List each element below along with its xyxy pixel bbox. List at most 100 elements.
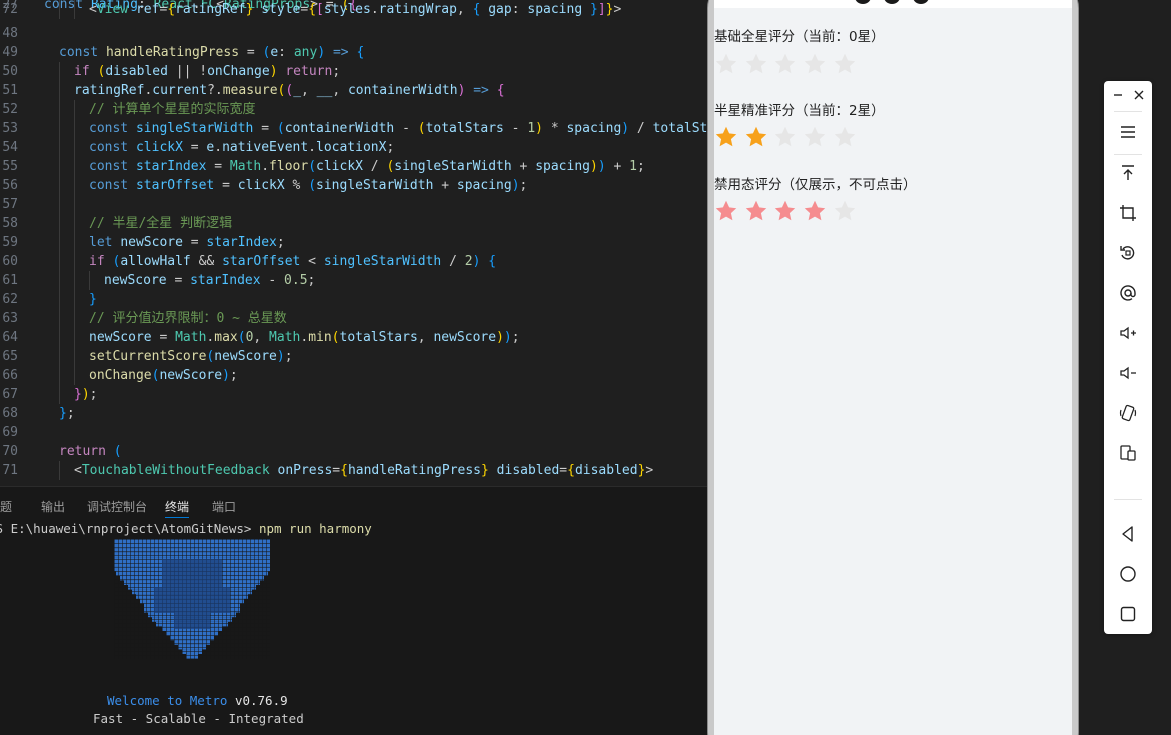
line-number: 68	[2, 406, 18, 421]
code-line[interactable]: 70 return (	[0, 442, 712, 461]
indent-guide	[59, 100, 60, 119]
code-line[interactable]: 59 let newScore = starIndex;	[0, 233, 712, 252]
code-line[interactable]: 68};	[0, 404, 712, 423]
indent-guide	[59, 328, 60, 347]
line-number: 70	[2, 444, 18, 459]
code-line[interactable]: 57	[0, 195, 712, 214]
line-number: 72	[2, 2, 18, 17]
code-text: <TouchableWithoutFeedback onPress={handl…	[74, 463, 654, 478]
code-line[interactable]: 50 if (disabled || !onChange) return;	[0, 62, 712, 81]
pin-top-icon[interactable]	[1116, 161, 1140, 185]
minimize-icon[interactable]	[1110, 87, 1126, 103]
code-line[interactable]: 71 <TouchableWithoutFeedback onPress={han…	[0, 461, 712, 480]
line-number: 71	[2, 463, 18, 478]
indent-guide	[74, 119, 75, 138]
code-line[interactable]: 69	[0, 423, 712, 442]
toolbar-window-controls	[1104, 81, 1152, 109]
star-empty-icon[interactable]	[773, 125, 797, 149]
code-text: setCurrentScore(newScore);	[89, 349, 293, 364]
rating-label-half: 半星精准评分（当前：2星）	[714, 103, 885, 119]
indent-guide	[59, 366, 60, 385]
tab-ports[interactable]: 端口	[212, 498, 236, 515]
code-line[interactable]: 54 const clickX = e.nativeEvent.locationX…	[0, 138, 712, 157]
line-number: 66	[2, 368, 18, 383]
star-empty-icon[interactable]	[803, 52, 827, 76]
indent-guide	[74, 138, 75, 157]
tab-terminal[interactable]: 终端	[165, 498, 190, 518]
rating-basic[interactable]	[714, 52, 874, 78]
code-text: const starOffset = clickX % (singleStarW…	[89, 178, 528, 193]
code-line[interactable]: 48	[0, 24, 712, 43]
code-text: const clickX = e.nativeEvent.locationX;	[89, 140, 395, 155]
code-text: if (disabled || !onChange) return;	[74, 64, 341, 79]
phone-screen: 基础全星评分（当前：0星） 半星精准评分（当前：2星） 禁用态评分（仅展示，不可…	[714, 0, 1072, 735]
indent-guide	[74, 309, 75, 328]
line-number: 50	[2, 64, 18, 79]
code-text: const starIndex = Math.floor(clickX / (s…	[89, 159, 645, 174]
star-filled-icon[interactable]	[744, 125, 768, 149]
close-icon[interactable]	[1131, 87, 1147, 103]
code-text: let newScore = starIndex;	[89, 235, 285, 250]
line-number: 53	[2, 121, 18, 136]
code-text: newScore = Math.max(0, Math.min(totalSta…	[89, 330, 520, 345]
star-empty-icon[interactable]	[833, 52, 857, 76]
code-line[interactable]: 55 const starIndex = Math.floor(clickX / …	[0, 157, 712, 176]
indent-guide	[59, 195, 60, 214]
rating-half[interactable]	[714, 125, 874, 151]
star-empty-icon[interactable]	[744, 52, 768, 76]
code-line[interactable]: 65 setCurrentScore(newScore);	[0, 347, 712, 366]
code-line[interactable]: 58 // 半星/全星 判断逻辑	[0, 214, 712, 233]
home-icon[interactable]	[1116, 562, 1140, 586]
menu-icon[interactable]	[1116, 120, 1140, 144]
rotate-icon[interactable]	[1116, 241, 1140, 265]
code-line[interactable]: 52 // 计算单个星星的实际宽度	[0, 100, 712, 119]
indent-guide	[74, 214, 75, 233]
line-number: 62	[2, 292, 18, 307]
star-filled-icon	[773, 199, 797, 223]
code-line[interactable]: 66 onChange(newScore);	[0, 366, 712, 385]
status-bar	[714, 0, 1072, 8]
code-line[interactable]: 72 <View ref={ratingRef} style={[styles.r…	[0, 0, 712, 19]
multi-screen-icon[interactable]	[1116, 441, 1140, 465]
indent-guide	[59, 233, 60, 252]
line-number: 51	[2, 83, 18, 98]
code-line[interactable]: 63 // 评分值边界限制：0 ~ 总星数	[0, 309, 712, 328]
indent-guide	[59, 461, 60, 480]
star-empty-icon[interactable]	[714, 52, 738, 76]
recent-apps-icon[interactable]	[1116, 602, 1140, 626]
code-editor[interactable]: 27 const Rating: React.FC<RatingProps> = …	[0, 0, 712, 486]
tab-output[interactable]: 输出	[41, 498, 65, 515]
tab-debug-console[interactable]: 调试控制台	[87, 498, 147, 515]
tab-problems[interactable]: 问题	[0, 498, 12, 515]
code-line[interactable]: 61 newScore = starIndex - 0.5;	[0, 271, 712, 290]
star-empty-icon[interactable]	[803, 125, 827, 149]
code-line[interactable]: 64 newScore = Math.max(0, Math.min(totalS…	[0, 328, 712, 347]
code-text: onChange(newScore);	[89, 368, 238, 383]
bottom-panel: 问题 输出 调试控制台 终端 端口 PS E:\huawei\rnproject…	[0, 486, 712, 735]
code-text: newScore = starIndex - 0.5;	[104, 273, 316, 288]
shake-icon[interactable]	[1116, 401, 1140, 425]
toolbar-divider	[1114, 154, 1142, 155]
code-line[interactable]: 56 const starOffset = clickX % (singleSta…	[0, 176, 712, 195]
indent-guide	[59, 138, 60, 157]
indent-guide	[74, 366, 75, 385]
volume-up-icon[interactable]	[1116, 321, 1140, 345]
terminal-prompt-line[interactable]: PS E:\huawei\rnproject\AtomGitNews> npm …	[0, 521, 372, 536]
star-empty-icon[interactable]	[773, 52, 797, 76]
at-icon[interactable]	[1116, 281, 1140, 305]
code-line[interactable]: 62}	[0, 290, 712, 309]
code-line[interactable]: 53 const singleStarWidth = (containerWidt…	[0, 119, 712, 138]
code-line[interactable]: 51 ratingRef.current?.measure((_, __, con…	[0, 81, 712, 100]
indent-guide	[74, 347, 75, 366]
indent-guide	[59, 176, 60, 195]
code-line[interactable]: 67});	[0, 385, 712, 404]
star-filled-icon[interactable]	[714, 125, 738, 149]
indent-guide	[59, 119, 60, 138]
back-icon[interactable]	[1116, 522, 1140, 546]
crop-icon[interactable]	[1116, 201, 1140, 225]
code-line[interactable]: 60 if (allowHalf && starOffset < singleSt…	[0, 252, 712, 271]
star-empty-icon[interactable]	[833, 125, 857, 149]
volume-down-icon[interactable]	[1116, 361, 1140, 385]
indent-guide	[59, 157, 60, 176]
code-line[interactable]: 49 const handleRatingPress = (e: any) => …	[0, 43, 712, 62]
